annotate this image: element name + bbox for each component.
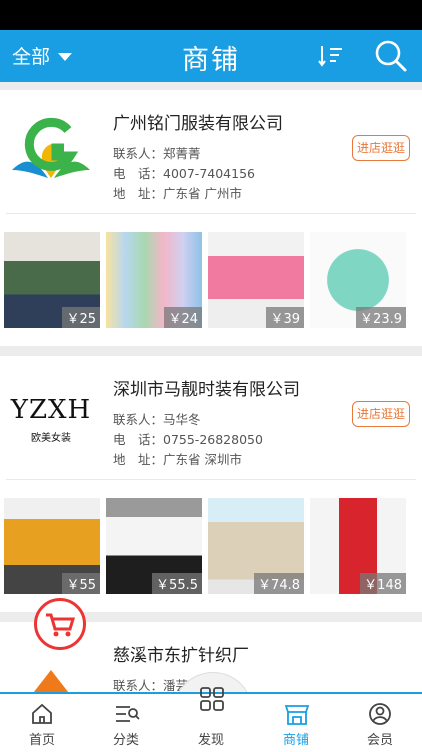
product-thumbnail[interactable]: ￥148 (310, 498, 406, 594)
search-icon[interactable] (374, 39, 408, 73)
tab-discover-label: 发现 (197, 733, 224, 748)
home-icon (32, 703, 52, 724)
product-price: ￥24 (164, 307, 202, 328)
shop-info[interactable]: YZXH 欧美女装 深圳市马靓时装有限公司 联系人：马华冬 电 话：0755-2… (6, 356, 416, 480)
tab-home-label: 首页 (28, 733, 55, 748)
product-price: ￥148 (360, 573, 406, 594)
top-bar: 全部 商铺 (0, 30, 422, 82)
shop-logo (12, 117, 90, 178)
tab-member-label: 会员 (366, 733, 393, 748)
product-row: ￥25 ￥24 ￥39 ￥23.9 (0, 214, 422, 346)
page-title: 商铺 (182, 45, 240, 76)
tab-shop-label: 商铺 (282, 733, 309, 748)
shop-logo-text: YZXH (10, 394, 92, 425)
shop-name[interactable]: 深圳市马靓时装有限公司 (113, 375, 300, 400)
tab-category[interactable]: 分类 (84, 694, 168, 752)
category-icon (116, 706, 140, 722)
cart-float-button[interactable] (34, 598, 86, 650)
product-thumbnail[interactable]: ￥55.5 (106, 498, 202, 594)
product-price: ￥55 (62, 573, 100, 594)
shop-card: 广州铭门服装有限公司 联系人：郑菁菁 电 话：4007-7404156 地 址：… (0, 90, 422, 346)
bottom-tab-bar: 首页 分类 发现 商铺 会员 (0, 687, 422, 752)
product-thumbnail[interactable]: ￥39 (208, 232, 304, 328)
product-row: ￥55 ￥55.5 ￥74.8 ￥148 (0, 480, 422, 612)
product-price: ￥39 (266, 307, 304, 328)
sort-icon[interactable] (318, 44, 344, 68)
tab-discover[interactable]: 发现 (169, 687, 253, 752)
shop-icon (284, 705, 310, 725)
status-bar (0, 0, 422, 30)
shop-phone[interactable]: 电 话：0755-26828050 (113, 429, 263, 448)
tab-home[interactable]: 首页 (0, 694, 84, 752)
enter-shop-button[interactable]: 进店逛逛 (352, 401, 410, 427)
product-price: ￥74.8 (254, 573, 304, 594)
product-thumbnail[interactable]: ￥55 (4, 498, 100, 594)
tab-category-label: 分类 (112, 733, 139, 748)
shop-address: 地 址：广东省 广州市 (113, 186, 242, 201)
tab-shop[interactable]: 商铺 (254, 694, 338, 752)
shop-address: 地 址：广东省 深圳市 (113, 452, 242, 467)
product-price: ￥55.5 (152, 573, 202, 594)
shop-contact: 联系人：马华冬 (113, 412, 201, 427)
tab-member[interactable]: 会员 (338, 694, 422, 752)
shop-info[interactable]: 广州铭门服装有限公司 联系人：郑菁菁 电 话：4007-7404156 地 址：… (6, 90, 416, 214)
member-icon (369, 703, 391, 725)
product-thumbnail[interactable]: ￥24 (106, 232, 202, 328)
shop-logo-subtitle: 欧美女装 (31, 432, 71, 444)
product-thumbnail[interactable]: ￥74.8 (208, 498, 304, 594)
shop-card: YZXH 欧美女装 深圳市马靓时装有限公司 联系人：马华冬 电 话：0755-2… (0, 356, 422, 612)
discover-icon (200, 687, 224, 711)
shop-name[interactable]: 慈溪市东扩针织厂 (113, 641, 249, 666)
shop-contact: 联系人：郑菁菁 (113, 146, 201, 161)
shop-logo: YZXH 欧美女装 (6, 374, 96, 464)
product-thumbnail[interactable]: ￥23.9 (310, 232, 406, 328)
product-price: ￥25 (62, 307, 100, 328)
enter-shop-button[interactable]: 进店逛逛 (352, 135, 410, 161)
product-price: ￥23.9 (356, 307, 406, 328)
shop-name[interactable]: 广州铭门服装有限公司 (113, 109, 283, 134)
cart-icon (46, 613, 76, 637)
product-thumbnail[interactable]: ￥25 (4, 232, 100, 328)
shop-phone[interactable]: 电 话：4007-7404156 (113, 163, 255, 182)
